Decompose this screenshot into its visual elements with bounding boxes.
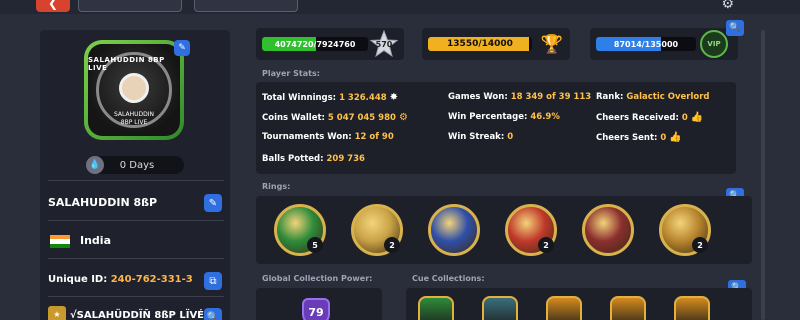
level-progress-text: 4074720/7924760 [274,39,356,49]
ring-item[interactable]: 2 [351,204,403,256]
avatar-text-mid: SALAHUDDIN [113,111,154,118]
cue-collection-badge[interactable] [674,296,710,320]
rings-panel: 5 2 2 2 [256,196,752,264]
copy-id-button[interactable]: ⧉ [204,272,222,290]
back-button[interactable]: ❮ [36,0,70,12]
rank: Rank: Galactic Overlord [596,92,710,102]
country-label: India [80,234,111,247]
edit-name-button[interactable]: ✎ [204,194,222,212]
level-number: 570 [375,39,393,49]
divider [48,220,224,221]
cue-collections-title: Cue Collections: [412,274,485,283]
profile-panel: SALAHUDDIN 8BP LIVE SALAHUDDIN 8BP LIVE … [40,30,230,320]
cue-collections-panel [406,288,752,320]
club-search-button[interactable]: 🔍 [204,308,222,320]
avatar-text-bottom: 8BP LIVE [120,119,148,126]
ring-count: 2 [692,237,708,253]
back-arrow-icon: ❮ [47,0,59,10]
tournaments-won: Tournaments Won: 12 of 90 [262,132,394,142]
player-name: SALAHUDDIN 8ßP [48,196,158,209]
coin-icon: ⚙ [398,112,408,123]
unique-id: Unique ID: 240-762-331-3 [48,274,193,285]
ring-count: 2 [384,237,400,253]
ring-count: 5 [307,237,323,253]
scrollbar[interactable] [761,30,765,320]
india-flag-icon [50,235,70,248]
avatar-text-top: SALAHUDDIN 8BP LIVE [88,56,165,72]
top-search-button[interactable]: 🔍 [726,20,744,36]
ring-item[interactable] [582,204,634,256]
pencil-icon: ✎ [178,43,186,53]
level-box: 4074720/7924760 570 [256,28,404,60]
ring-item[interactable]: 5 [274,204,326,256]
ring-count: 2 [538,237,554,253]
drop-icon: 💧 [86,156,104,174]
coins-icon: ✸ [389,92,399,103]
cheers-received: Cheers Received: 0 👍 [596,112,704,123]
search-icon: 🔍 [206,311,220,320]
ring-item[interactable] [428,204,480,256]
cue-collection-badge[interactable] [546,296,582,320]
club-row[interactable]: ★ √SALAHÜDDÏÑ 8ßP LÏVÉ [48,306,204,320]
avatar[interactable]: SALAHUDDIN 8BP LIVE SALAHUDDIN 8BP LIVE [84,40,184,140]
balls-potted: Balls Potted: 209 736 [262,154,365,164]
tab-2[interactable] [194,0,298,12]
level-progress-bar: 4074720/7924760 [262,37,368,51]
divider [48,180,224,181]
vip-badge-icon: VIP [700,30,728,58]
trophy-progress-text: 13550/14000 [447,39,513,49]
divider [48,258,224,259]
search-icon: 🔍 [729,23,741,33]
club-badge-icon: ★ [48,306,66,320]
level-star-icon: 570 [370,30,398,58]
coins-wallet: Coins Wallet: 5 047 045 980 ⚙ [262,112,408,123]
club-name: √SALAHÜDDÏÑ 8ßP LÏVÉ [70,310,205,320]
thumbs-up-icon: 👍 [690,112,704,123]
trophy-box: 13550/14000 🏆 [422,28,570,60]
win-streak: Win Streak: 0 [448,132,514,142]
cue-collection-badge[interactable] [610,296,646,320]
divider [48,296,224,297]
collection-power-panel: 79 [256,288,382,320]
ring-item[interactable]: 2 [505,204,557,256]
thumbs-up-icon: 👍 [669,132,682,143]
cue-collection-badge[interactable] [418,296,454,320]
collection-power-title: Global Collection Power: [262,274,373,283]
total-winnings: Total Winnings: 1 326.448 ✸ [262,92,399,103]
player-stats-panel: Total Winnings: 1 326.448 ✸ Coins Wallet:… [256,82,736,174]
cheers-sent: Cheers Sent: 0 👍 [596,132,682,143]
trophy-progress-bar: 13550/14000 [428,37,532,51]
cue-collection-badge[interactable] [482,296,518,320]
edit-avatar-button[interactable]: ✎ [174,40,190,56]
rings-title: Rings: [262,182,291,191]
vip-progress-bar: 87014/135000 [596,37,696,51]
games-won: Games Won: 18 349 of 39 113 [448,92,592,102]
gear-icon[interactable]: ⚙ [721,0,734,12]
vip-box: 87014/135000 VIP [590,28,738,60]
trophy-icon: 🏆 [540,33,564,55]
collection-power-badge: 79 [302,298,330,320]
avatar-face [119,73,149,103]
ring-item[interactable]: 2 [659,204,711,256]
vip-progress-text: 87014/135000 [613,39,679,49]
pencil-icon: ✎ [208,197,218,209]
copy-icon: ⧉ [209,275,217,287]
tab-1[interactable] [78,0,182,12]
days-counter: 0 Days [90,156,184,174]
unique-id-value: 240-762-331-3 [110,274,193,285]
player-stats-title: Player Stats: [262,69,320,78]
win-percentage: Win Percentage: 46.9% [448,112,560,122]
